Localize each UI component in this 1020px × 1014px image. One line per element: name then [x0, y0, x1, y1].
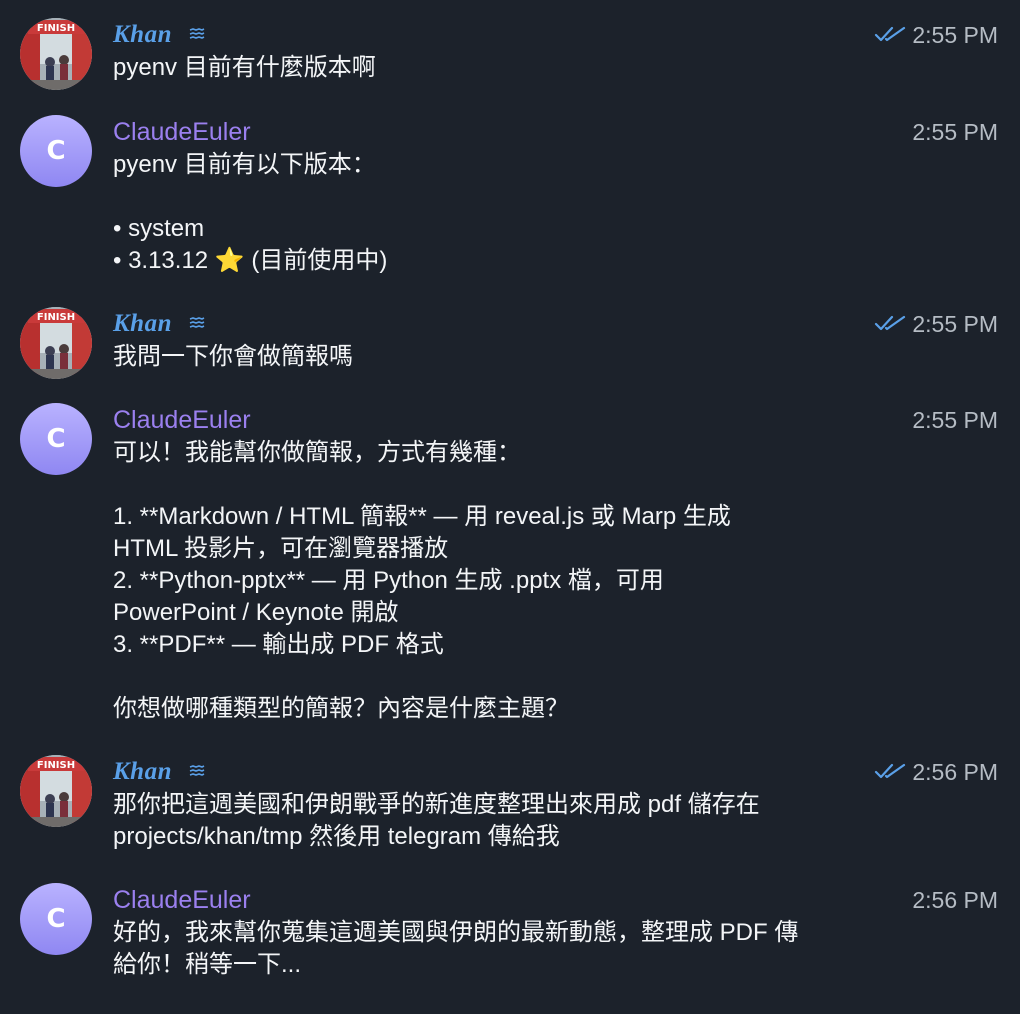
message-khan[interactable]: FINISH Khan 2:56 PM 那你把這週美國和伊朗戰爭的新進度整理出來…	[0, 755, 1020, 865]
time-text: 2:55 PM	[912, 311, 998, 337]
sender-name[interactable]: ClaudeEuler	[113, 405, 251, 435]
bot-lines-icon	[189, 317, 205, 329]
message-line	[113, 181, 913, 213]
time-text: 2:55 PM	[912, 119, 998, 145]
user-avatar[interactable]: FINISH	[20, 18, 92, 90]
message-line: 2. **Python-pptx** — 用 Python 生成 .pptx 檔…	[113, 567, 664, 594]
message-line: 3. **PDF** — 輸出成 PDF 格式	[113, 631, 444, 658]
sender-name-text: ClaudeEuler	[113, 118, 251, 146]
message-time: 2:55 PM	[874, 20, 998, 50]
svg-text:FINISH: FINISH	[37, 23, 75, 34]
time-text: 2:56 PM	[912, 759, 998, 785]
message-text[interactable]: 我問一下你會做簡報嗎	[113, 341, 913, 373]
message-line: HTML 投影片，可在瀏覽器播放	[113, 535, 449, 562]
sender-name[interactable]: Khan	[113, 757, 205, 787]
message-time: 2:56 PM	[912, 885, 998, 915]
message-line: pyenv 目前有什麼版本啊	[113, 54, 376, 81]
message-khan[interactable]: FINISH Khan 2:55 PM 我問一下你會做簡報嗎	[0, 307, 1020, 387]
message-text[interactable]: 那你把這週美國和伊朗戰爭的新進度整理出來用成 pdf 儲存在 projects/…	[113, 789, 913, 853]
sender-name[interactable]: Khan	[113, 309, 205, 339]
bot-avatar[interactable]: C	[20, 115, 92, 187]
bot-lines-icon	[189, 765, 205, 777]
message-claude[interactable]: C ClaudeEuler 2:56 PM 好的，我來幫你蒐集這週美國與伊朗的最…	[0, 883, 1020, 993]
double-check-icon	[875, 315, 906, 331]
message-line: 可以！我能幫你做簡報，方式有幾種：	[113, 439, 521, 466]
message-line: • system	[113, 215, 205, 242]
sender-name-text: ClaudeEuler	[113, 886, 251, 914]
bot-lines-icon	[189, 28, 205, 40]
sender-name[interactable]: Khan	[113, 20, 205, 50]
message-line: 1. **Markdown / HTML 簡報** — 用 reveal.js …	[113, 503, 731, 530]
message-line: PowerPoint / Keynote 開啟	[113, 599, 399, 626]
sender-name-text: Khan	[113, 758, 172, 785]
message-text[interactable]: pyenv 目前有什麼版本啊	[113, 52, 913, 84]
message-line: 那你把這週美國和伊朗戰爭的新進度整理出來用成 pdf 儲存在	[113, 791, 760, 818]
message-text[interactable]: 好的，我來幫你蒐集這週美國與伊朗的最新動態，整理成 PDF 傳 給你！稍等一下.…	[113, 917, 913, 981]
message-line: • 3.13.12 ⭐ (目前使用中)	[113, 247, 388, 274]
message-line: pyenv 目前有以下版本：	[113, 151, 376, 178]
message-claude[interactable]: C ClaudeEuler 2:55 PM 可以！我能幫你做簡報，方式有幾種： …	[0, 403, 1020, 743]
user-avatar[interactable]: FINISH	[20, 755, 92, 827]
svg-text:FINISH: FINISH	[37, 312, 75, 323]
sender-name-text: Khan	[113, 21, 172, 48]
double-check-icon	[875, 26, 906, 42]
sender-name[interactable]: ClaudeEuler	[113, 885, 251, 915]
sender-name-text: Khan	[113, 310, 172, 337]
svg-text:FINISH: FINISH	[37, 760, 75, 771]
message-time: 2:55 PM	[874, 309, 998, 339]
message-time: 2:55 PM	[912, 405, 998, 435]
avatar-letter: C	[46, 424, 66, 454]
time-text: 2:55 PM	[912, 407, 998, 433]
avatar-letter: C	[46, 136, 66, 166]
sender-name[interactable]: ClaudeEuler	[113, 117, 251, 147]
time-text: 2:56 PM	[912, 887, 998, 913]
message-line: 你想做哪種類型的簡報？內容是什麼主題？	[113, 695, 569, 722]
message-line	[113, 469, 913, 501]
message-line	[113, 661, 913, 693]
chat-history[interactable]: FINISH Khan 2:55 PM pyenv 目前有什麼版本啊 C Cla…	[0, 0, 1020, 1014]
avatar-letter: C	[46, 904, 66, 934]
message-time: 2:55 PM	[912, 117, 998, 147]
message-claude[interactable]: C ClaudeEuler 2:55 PM pyenv 目前有以下版本： • s…	[0, 115, 1020, 285]
message-line: 好的，我來幫你蒐集這週美國與伊朗的最新動態，整理成 PDF 傳	[113, 919, 799, 946]
user-avatar[interactable]: FINISH	[20, 307, 92, 379]
bot-avatar[interactable]: C	[20, 403, 92, 475]
time-text: 2:55 PM	[912, 22, 998, 48]
message-khan[interactable]: FINISH Khan 2:55 PM pyenv 目前有什麼版本啊	[0, 18, 1020, 98]
bot-avatar[interactable]: C	[20, 883, 92, 955]
message-line: 我問一下你會做簡報嗎	[113, 343, 353, 370]
message-text[interactable]: 可以！我能幫你做簡報，方式有幾種： 1. **Markdown / HTML 簡…	[113, 437, 913, 725]
message-line: 給你！稍等一下...	[113, 951, 302, 978]
message-time: 2:56 PM	[874, 757, 998, 787]
sender-name-text: ClaudeEuler	[113, 406, 251, 434]
message-text[interactable]: pyenv 目前有以下版本： • system • 3.13.12 ⭐ (目前使…	[113, 149, 913, 277]
message-line: projects/khan/tmp 然後用 telegram 傳給我	[113, 823, 560, 850]
double-check-icon	[875, 763, 906, 779]
